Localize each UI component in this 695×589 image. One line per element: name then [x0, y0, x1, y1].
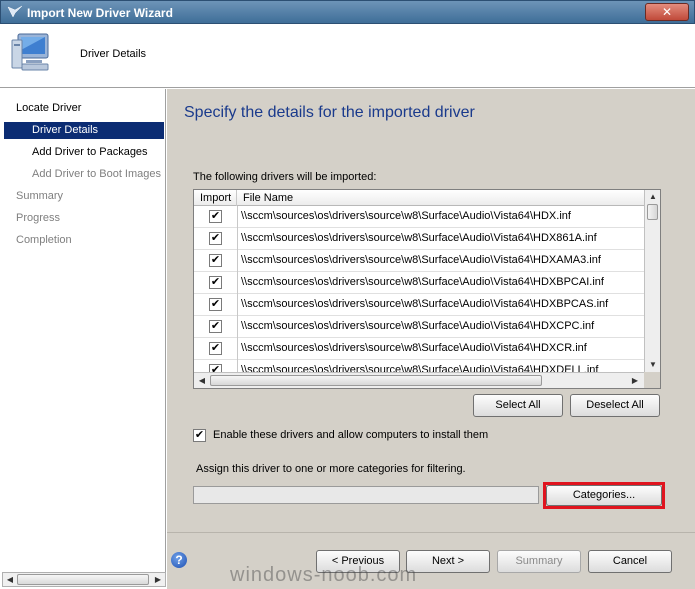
help-icon[interactable]: ? — [171, 552, 187, 568]
table-row[interactable]: ✔ \\sccm\sources\os\drivers\source\w8\Su… — [194, 294, 644, 316]
scrollbar-thumb[interactable] — [17, 574, 149, 585]
import-checkbox[interactable]: ✔ — [209, 320, 222, 333]
file-name-cell: \\sccm\sources\os\drivers\source\w8\Surf… — [241, 364, 599, 372]
table-row[interactable]: ✔ \\sccm\sources\os\drivers\source\w8\Su… — [194, 250, 644, 272]
column-header-import[interactable]: Import — [194, 190, 237, 206]
assign-categories-label: Assign this driver to one or more catego… — [196, 463, 466, 475]
summary-button[interactable]: Summary — [497, 550, 581, 573]
computer-monitor-icon — [11, 33, 49, 71]
import-checkbox[interactable]: ✔ — [209, 254, 222, 267]
enable-drivers-label: Enable these drivers and allow computers… — [213, 429, 489, 441]
enable-drivers-checkbox[interactable]: ✔ — [193, 429, 206, 442]
sidebar-item-driver-details[interactable]: Driver Details — [4, 122, 164, 139]
scroll-right-arrow-icon[interactable]: ▶ — [628, 374, 642, 387]
sidebar-item-progress[interactable]: Progress — [4, 210, 164, 227]
scrollbar-thumb[interactable] — [210, 375, 542, 386]
close-button[interactable]: ✕ — [645, 3, 689, 21]
table-row[interactable]: ✔ \\sccm\sources\os\drivers\source\w8\Su… — [194, 316, 644, 338]
import-checkbox[interactable]: ✔ — [209, 298, 222, 311]
import-checkbox[interactable]: ✔ — [209, 232, 222, 245]
scroll-right-arrow-icon[interactable]: ▶ — [151, 573, 165, 586]
file-name-cell: \\sccm\sources\os\drivers\source\w8\Surf… — [241, 232, 597, 244]
sidebar-item-summary[interactable]: Summary — [4, 188, 164, 205]
scrollbar-corner — [644, 372, 660, 388]
table-row[interactable]: ✔ \\sccm\sources\os\drivers\source\w8\Su… — [194, 360, 644, 372]
list-vertical-scrollbar[interactable]: ▲ ▼ — [644, 190, 660, 372]
table-row[interactable]: ✔ \\sccm\sources\os\drivers\source\w8\Su… — [194, 272, 644, 294]
title-bar: Import New Driver Wizard ✕ — [0, 0, 695, 24]
wizard-icon — [7, 5, 23, 18]
column-divider — [237, 360, 238, 372]
page-title: Specify the details for the imported dri… — [184, 104, 475, 121]
next-button[interactable]: Next > — [406, 550, 490, 573]
file-name-cell: \\sccm\sources\os\drivers\source\w8\Surf… — [241, 298, 609, 310]
scroll-down-arrow-icon[interactable]: ▼ — [646, 358, 660, 371]
list-header: Import File Name — [194, 190, 644, 206]
drivers-list[interactable]: Import File Name ✔ \\sccm\sources\os\dri… — [193, 189, 661, 389]
column-divider — [237, 272, 238, 294]
column-divider — [237, 338, 238, 360]
select-all-button[interactable]: Select All — [473, 394, 563, 417]
column-divider — [237, 250, 238, 272]
table-row[interactable]: ✔ \\sccm\sources\os\drivers\source\w8\Su… — [194, 338, 644, 360]
header-title: Driver Details — [80, 48, 147, 60]
window-title: Import New Driver Wizard — [27, 6, 173, 20]
column-divider — [237, 228, 238, 250]
sidebar-item-add-driver-to-packages[interactable]: Add Driver to Packages — [4, 144, 164, 161]
deselect-all-button[interactable]: Deselect All — [570, 394, 660, 417]
column-header-file-name[interactable]: File Name — [237, 190, 644, 206]
file-name-cell: \\sccm\sources\os\drivers\source\w8\Surf… — [241, 276, 604, 288]
scroll-up-arrow-icon[interactable]: ▲ — [646, 190, 660, 203]
import-checkbox[interactable]: ✔ — [209, 364, 222, 372]
drivers-list-label: The following drivers will be imported: — [193, 171, 377, 183]
cancel-button[interactable]: Cancel — [588, 550, 672, 573]
wizard-steps-sidebar: Locate Driver Driver Details Add Driver … — [0, 89, 166, 573]
watermark: windows-noob.com — [230, 564, 418, 586]
footer-divider — [167, 532, 695, 533]
import-checkbox[interactable]: ✔ — [209, 276, 222, 289]
import-checkbox[interactable]: ✔ — [209, 342, 222, 355]
sidebar-item-add-driver-to-boot-images[interactable]: Add Driver to Boot Images — [4, 166, 164, 183]
sidebar-item-completion[interactable]: Completion — [4, 232, 164, 249]
import-checkbox[interactable]: ✔ — [209, 210, 222, 223]
sidebar-item-locate-driver[interactable]: Locate Driver — [4, 100, 164, 117]
column-divider — [237, 294, 238, 316]
scrollbar-thumb[interactable] — [647, 204, 658, 220]
column-divider — [237, 206, 238, 228]
sidebar-horizontal-scrollbar[interactable]: ◀ ▶ — [2, 572, 166, 587]
file-name-cell: \\sccm\sources\os\drivers\source\w8\Surf… — [241, 210, 571, 222]
table-row[interactable]: ✔ \\sccm\sources\os\drivers\source\w8\Su… — [194, 206, 644, 228]
file-name-cell: \\sccm\sources\os\drivers\source\w8\Surf… — [241, 254, 601, 266]
column-divider — [237, 316, 238, 338]
file-name-cell: \\sccm\sources\os\drivers\source\w8\Surf… — [241, 342, 587, 354]
file-name-cell: \\sccm\sources\os\drivers\source\w8\Surf… — [241, 320, 595, 332]
annotation-highlight-box — [543, 482, 665, 509]
scroll-left-arrow-icon[interactable]: ◀ — [195, 374, 209, 387]
wizard-header: Driver Details — [0, 24, 695, 88]
scroll-left-arrow-icon[interactable]: ◀ — [3, 573, 17, 586]
list-horizontal-scrollbar[interactable]: ◀ ▶ — [194, 372, 644, 388]
categories-field — [193, 486, 539, 504]
table-row[interactable]: ✔ \\sccm\sources\os\drivers\source\w8\Su… — [194, 228, 644, 250]
main-panel: Specify the details for the imported dri… — [167, 89, 695, 589]
